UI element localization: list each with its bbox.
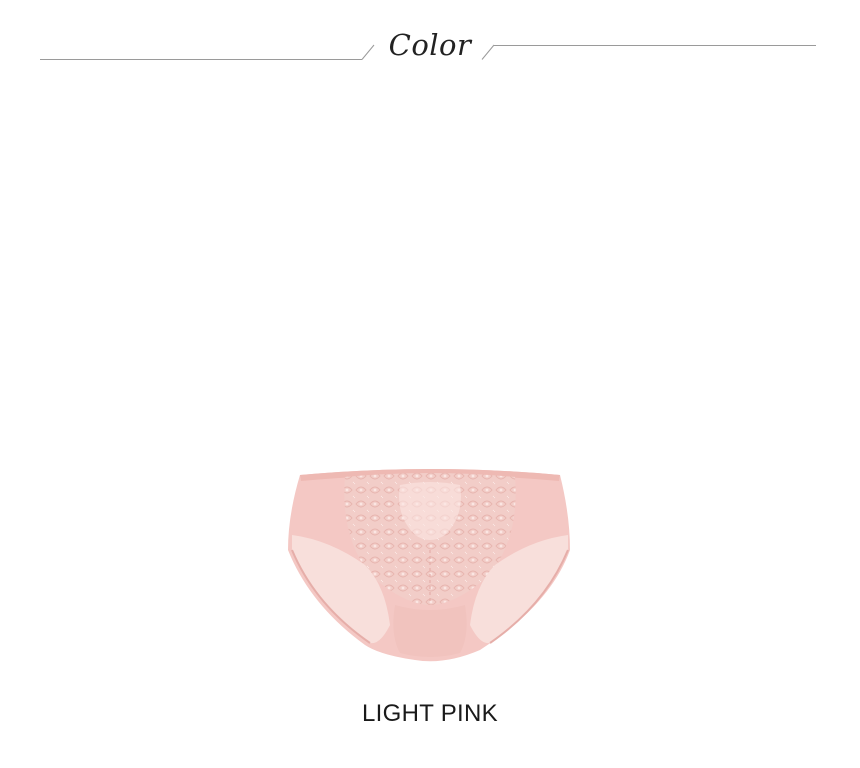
- section-header: Color: [0, 0, 860, 100]
- color-name-label: LIGHT PINK: [362, 700, 498, 727]
- briefs-garment-image: [288, 469, 570, 662]
- section-title: Color: [388, 28, 472, 62]
- garment-gusset: [393, 605, 467, 657]
